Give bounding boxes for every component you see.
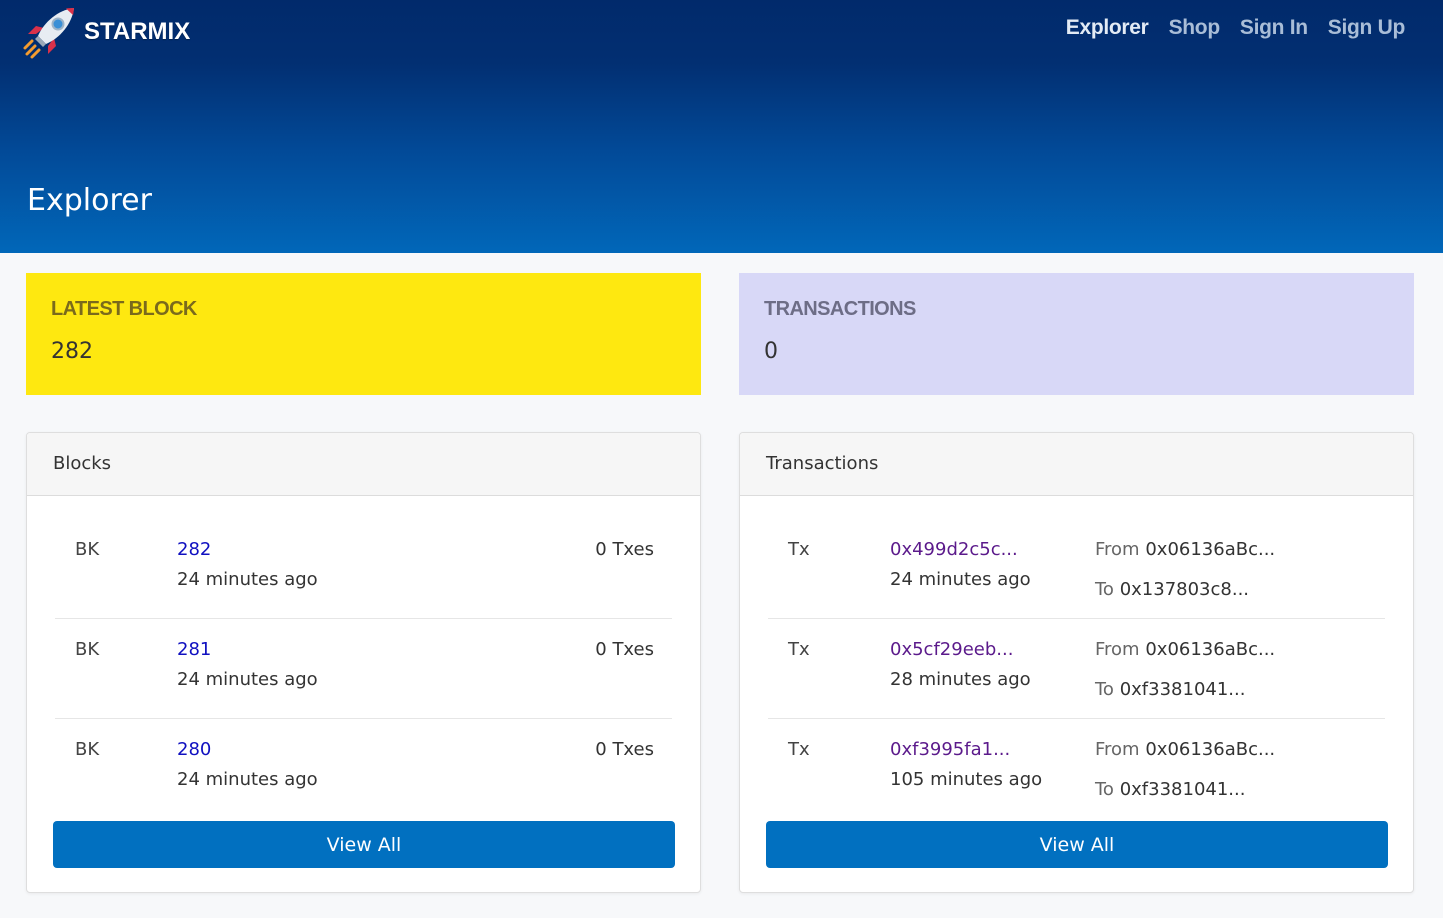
tx-from: From 0x06136aBc... bbox=[1095, 639, 1275, 660]
block-tx-count: 0 Txes bbox=[595, 639, 654, 660]
block-tx-count: 0 Txes bbox=[595, 539, 654, 560]
block-number-link[interactable]: 281 bbox=[177, 639, 211, 660]
page-title: Explorer bbox=[27, 183, 152, 218]
brand-name: STARMIX bbox=[84, 18, 191, 45]
latest-block-label: LATEST BLOCK bbox=[51, 298, 197, 320]
from-address: 0x06136aBc... bbox=[1145, 639, 1276, 660]
transaction-row: Tx 0x5cf29eeb... 28 minutes ago From 0x0… bbox=[768, 619, 1385, 719]
tx-time: 24 minutes ago bbox=[890, 569, 1031, 590]
latest-block-value: 282 bbox=[51, 339, 93, 364]
from-address: 0x06136aBc... bbox=[1145, 539, 1276, 560]
block-tx-count: 0 Txes bbox=[595, 739, 654, 760]
to-label: To bbox=[1095, 579, 1114, 600]
tx-tag: Tx bbox=[788, 739, 810, 760]
block-time: 24 minutes ago bbox=[177, 669, 318, 690]
tx-time: 28 minutes ago bbox=[890, 669, 1031, 690]
from-label: From bbox=[1095, 739, 1140, 760]
transactions-value: 0 bbox=[764, 339, 778, 364]
brand[interactable]: STARMIX bbox=[22, 4, 190, 60]
nav-explorer[interactable]: Explorer bbox=[1066, 16, 1149, 40]
blocks-list: BK 282 24 minutes ago 0 Txes BK 281 24 m… bbox=[55, 519, 672, 819]
latest-block-stat: LATEST BLOCK 282 bbox=[26, 273, 701, 395]
tx-to: To 0x137803c8... bbox=[1095, 579, 1249, 600]
view-all-blocks-button[interactable]: View All bbox=[53, 821, 675, 868]
blocks-card: Blocks BK 282 24 minutes ago 0 Txes BK 2… bbox=[26, 432, 701, 893]
block-time: 24 minutes ago bbox=[177, 769, 318, 790]
tx-tag: Tx bbox=[788, 639, 810, 660]
transactions-stat: TRANSACTIONS 0 bbox=[739, 273, 1414, 395]
tx-from: From 0x06136aBc... bbox=[1095, 739, 1275, 760]
transaction-row: Tx 0x499d2c5c... 24 minutes ago From 0x0… bbox=[768, 519, 1385, 619]
transaction-row: Tx 0xf3995fa1... 105 minutes ago From 0x… bbox=[768, 719, 1385, 819]
block-tag: BK bbox=[75, 539, 100, 560]
block-tag: BK bbox=[75, 639, 100, 660]
rocket-icon bbox=[22, 4, 78, 60]
tx-to: To 0xf3381041... bbox=[1095, 779, 1245, 800]
tx-to: To 0xf3381041... bbox=[1095, 679, 1245, 700]
transactions-list: Tx 0x499d2c5c... 24 minutes ago From 0x0… bbox=[768, 519, 1385, 819]
block-number-link[interactable]: 282 bbox=[177, 539, 211, 560]
transactions-label: TRANSACTIONS bbox=[764, 298, 916, 320]
to-address: 0xf3381041... bbox=[1119, 679, 1246, 700]
to-address: 0x137803c8... bbox=[1119, 579, 1250, 600]
to-label: To bbox=[1095, 679, 1114, 700]
to-label: To bbox=[1095, 779, 1114, 800]
blocks-card-title: Blocks bbox=[27, 433, 700, 496]
nav-shop[interactable]: Shop bbox=[1169, 16, 1221, 40]
transactions-card-title: Transactions bbox=[740, 433, 1413, 496]
block-time: 24 minutes ago bbox=[177, 569, 318, 590]
block-tag: BK bbox=[75, 739, 100, 760]
block-row: BK 280 24 minutes ago 0 Txes bbox=[55, 719, 672, 819]
view-all-transactions-button[interactable]: View All bbox=[766, 821, 1388, 868]
tx-from: From 0x06136aBc... bbox=[1095, 539, 1275, 560]
main-nav: Explorer Shop Sign In Sign Up bbox=[1046, 16, 1406, 40]
transactions-card: Transactions Tx 0x499d2c5c... 24 minutes… bbox=[739, 432, 1414, 893]
block-number-link[interactable]: 280 bbox=[177, 739, 211, 760]
tx-hash-link[interactable]: 0xf3995fa1... bbox=[890, 739, 1010, 760]
from-address: 0x06136aBc... bbox=[1145, 739, 1276, 760]
nav-sign-in[interactable]: Sign In bbox=[1240, 16, 1308, 40]
from-label: From bbox=[1095, 539, 1140, 560]
nav-sign-up[interactable]: Sign Up bbox=[1328, 16, 1406, 40]
tx-hash-link[interactable]: 0x499d2c5c... bbox=[890, 539, 1018, 560]
hero-banner: STARMIX Explorer Shop Sign In Sign Up Ex… bbox=[0, 0, 1443, 253]
block-row: BK 282 24 minutes ago 0 Txes bbox=[55, 519, 672, 619]
tx-time: 105 minutes ago bbox=[890, 769, 1043, 790]
to-address: 0xf3381041... bbox=[1119, 779, 1246, 800]
tx-tag: Tx bbox=[788, 539, 810, 560]
block-row: BK 281 24 minutes ago 0 Txes bbox=[55, 619, 672, 719]
tx-hash-link[interactable]: 0x5cf29eeb... bbox=[890, 639, 1013, 660]
from-label: From bbox=[1095, 639, 1140, 660]
